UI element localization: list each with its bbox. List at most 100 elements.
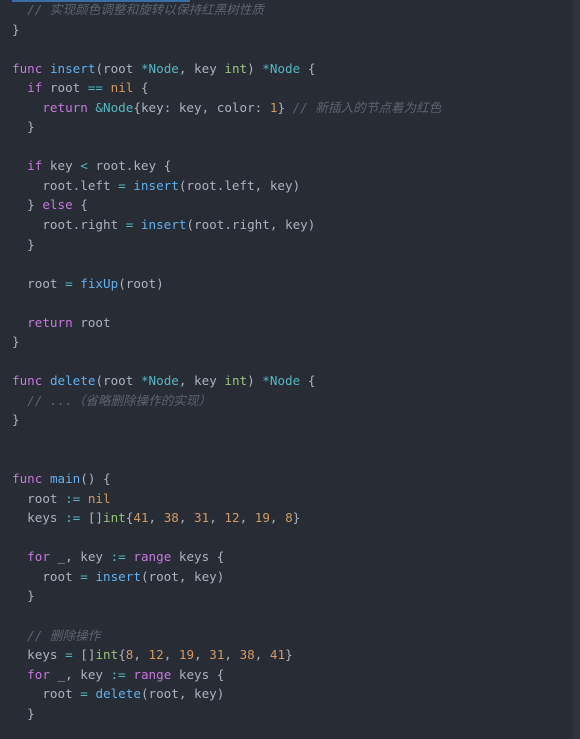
code-line[interactable]: return root: [0, 313, 573, 333]
token-plain: root.right: [12, 217, 126, 233]
token-op: =: [65, 647, 73, 663]
token-punct: }: [12, 21, 20, 37]
code-line[interactable]: func insert(root *Node, key int) *Node {: [0, 59, 573, 79]
code-line[interactable]: } else {: [0, 195, 573, 215]
token-builtin: int: [224, 373, 248, 389]
code-line[interactable]: for _, key := range keys {: [0, 547, 573, 567]
code-line[interactable]: // 实现颜色调整和旋转以保持红黑树性质: [0, 0, 573, 20]
token-plain: root: [42, 80, 88, 96]
code-line[interactable]: keys := []int{41, 38, 31, 12, 19, 8}: [0, 508, 573, 528]
code-line[interactable]: for _, key := range keys {: [0, 665, 573, 685]
token-plain: _, key: [49, 666, 111, 682]
code-line[interactable]: }: [0, 410, 573, 430]
token-builtin: int: [95, 647, 119, 663]
code-line[interactable]: }: [0, 117, 573, 137]
code-editor[interactable]: // 实现颜色调整和旋转以保持红黑树性质} func insert(root *…: [0, 0, 580, 739]
code-line[interactable]: [0, 39, 573, 59]
token-op: :=: [110, 666, 126, 682]
code-line[interactable]: }: [0, 332, 573, 352]
code-line[interactable]: func main() {: [0, 469, 573, 489]
token-punct: (root: [95, 60, 141, 76]
token-kw: if: [12, 80, 43, 96]
code-line[interactable]: [0, 450, 573, 470]
token-num: nil: [110, 80, 134, 96]
code-line[interactable]: }: [0, 586, 573, 606]
token-fn: delete: [95, 686, 141, 702]
code-line[interactable]: [0, 528, 573, 548]
token-num: 38: [239, 647, 255, 663]
code-line[interactable]: func delete(root *Node, key int) *Node {: [0, 371, 573, 391]
token-punct: ,: [224, 647, 240, 663]
token-plain: root: [12, 490, 66, 506]
token-plain: root.left: [12, 177, 119, 193]
token-punct: ,: [148, 510, 164, 526]
code-line[interactable]: [0, 352, 573, 372]
token-plain: keys: [12, 510, 66, 526]
code-line[interactable]: keys = []int{8, 12, 19, 31, 38, 41}: [0, 645, 573, 665]
token-op: &: [95, 99, 104, 115]
token-kw: func: [12, 60, 43, 76]
token-comment: // 实现颜色调整和旋转以保持红黑树性质: [12, 2, 265, 17]
token-punct: (root.right, key): [186, 217, 316, 233]
code-line[interactable]: }: [0, 235, 573, 255]
token-kw: return: [12, 99, 88, 115]
code-line[interactable]: if key < root.key {: [0, 156, 573, 176]
token-kw: range: [133, 549, 172, 565]
token-type: Node: [103, 99, 134, 115]
vertical-scrollbar[interactable]: [573, 0, 580, 739]
token-punct: }: [12, 705, 35, 721]
token-punct: }: [12, 334, 20, 350]
code-line[interactable]: [0, 293, 573, 313]
token-op: *: [262, 60, 270, 76]
code-line[interactable]: root = delete(root, key): [0, 684, 573, 704]
token-fn: insert: [133, 177, 179, 193]
token-punct: ): [247, 373, 263, 389]
code-line[interactable]: // 删除操作: [0, 626, 573, 646]
token-op: *: [140, 373, 149, 389]
token-kw: else: [42, 197, 73, 213]
code-line[interactable]: // ...（省略删除操作的实现）: [0, 391, 573, 411]
code-line[interactable]: [0, 430, 573, 450]
code-line[interactable]: root = fixUp(root): [0, 274, 573, 294]
code-line[interactable]: if root == nil {: [0, 78, 573, 98]
code-line[interactable]: [0, 137, 573, 157]
token-plain: _, key: [49, 549, 111, 565]
token-fn: fixUp: [80, 275, 119, 291]
code-line[interactable]: [0, 723, 573, 739]
token-comment: // 新插入的节点着为红色: [292, 99, 442, 115]
token-punct: []: [80, 647, 96, 663]
token-fn: insert: [140, 217, 187, 233]
code-content[interactable]: // 实现颜色调整和旋转以保持红黑树性质} func insert(root *…: [0, 0, 573, 739]
code-line[interactable]: root := nil: [0, 489, 573, 509]
token-plain: keys: [171, 666, 210, 682]
token-op: <: [80, 158, 88, 174]
token-plain: keys: [171, 549, 210, 565]
token-plain: root: [12, 275, 66, 291]
code-line[interactable]: [0, 606, 573, 626]
code-line[interactable]: root.right = insert(root.right, key): [0, 215, 573, 235]
token-punct: , key: [178, 60, 225, 76]
token-builtin: int: [224, 60, 248, 76]
token-punct: (root, key): [140, 568, 225, 584]
token-punct: {: [209, 666, 225, 682]
code-line[interactable]: [0, 254, 573, 274]
code-line[interactable]: return &Node{key: key, color: 1} // 新插入的…: [0, 98, 573, 118]
token-num: 19: [178, 647, 195, 663]
token-punct: (root): [118, 275, 164, 291]
code-line[interactable]: root = insert(root, key): [0, 567, 573, 587]
token-punct: {: [300, 60, 316, 76]
code-line[interactable]: }: [0, 20, 573, 40]
token-kw: func: [12, 471, 43, 487]
token-type: Node: [269, 373, 301, 389]
code-line[interactable]: }: [0, 704, 573, 724]
token-punct: ,: [194, 647, 210, 663]
token-plain: root: [72, 314, 111, 330]
code-line[interactable]: root.left = insert(root.left, key): [0, 176, 573, 196]
token-punct: }: [12, 119, 35, 135]
token-op: *: [140, 60, 149, 76]
token-fn: insert: [49, 60, 96, 76]
